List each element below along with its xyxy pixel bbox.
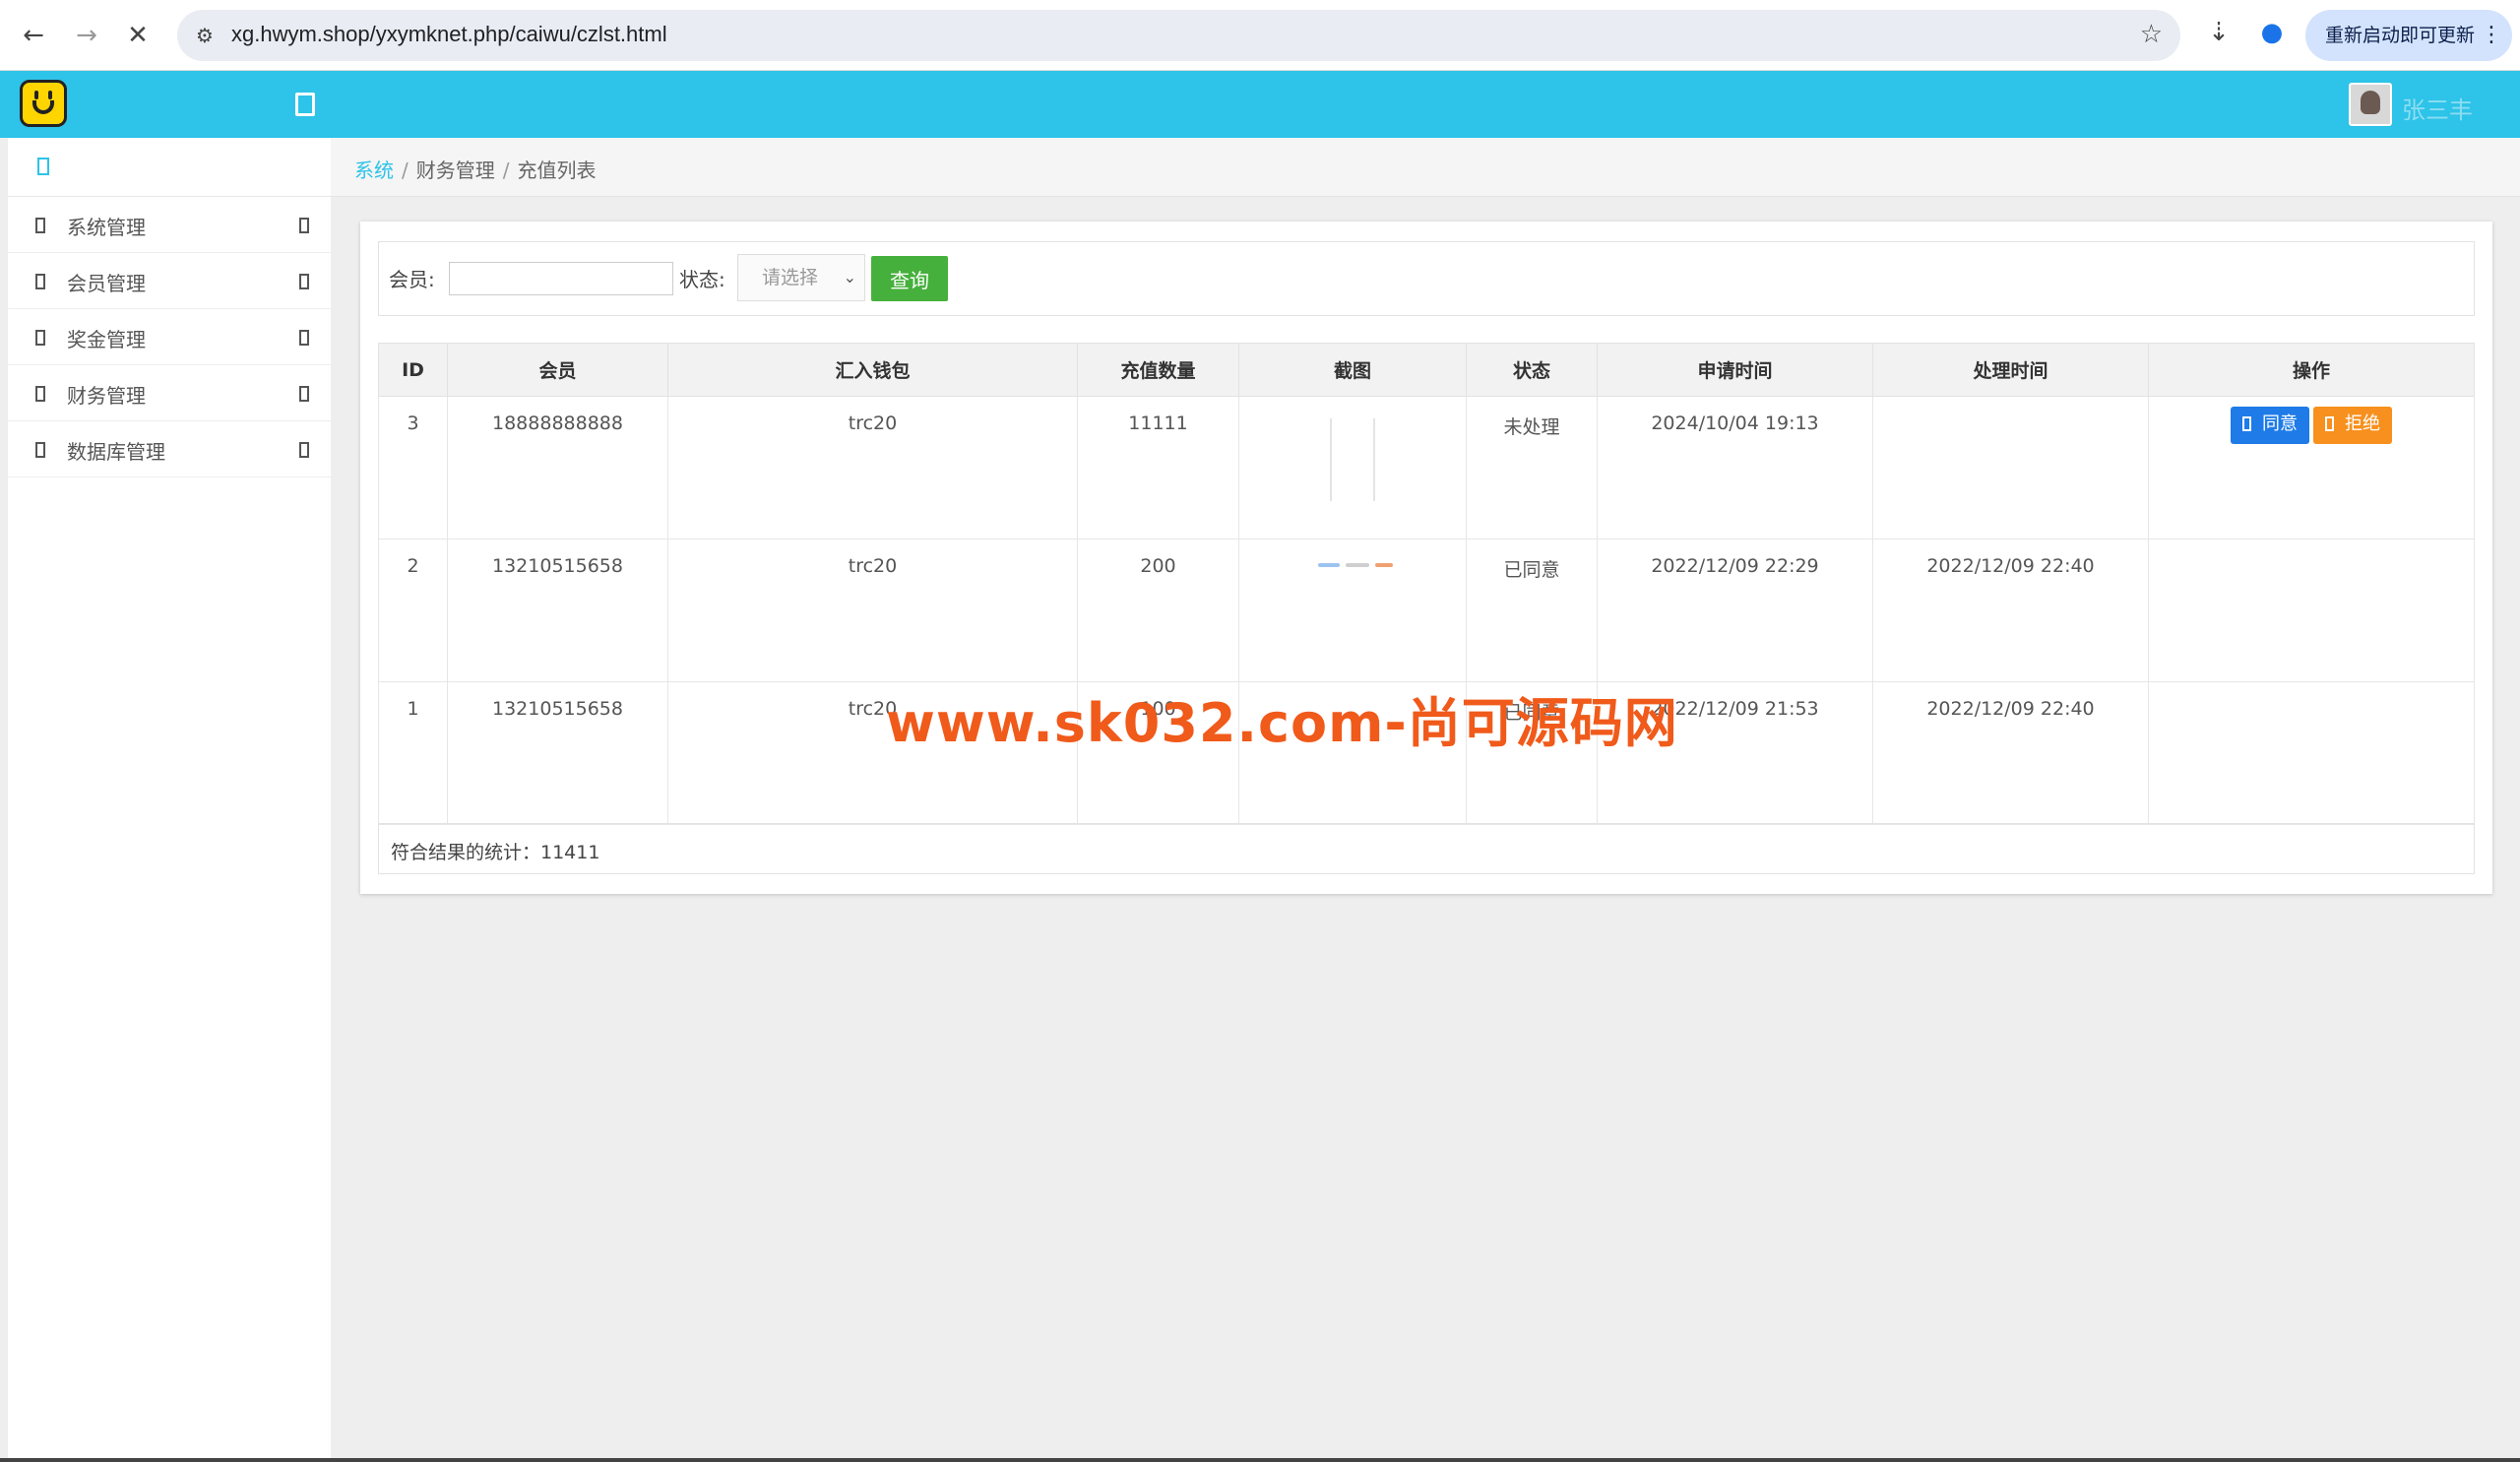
cell-actions xyxy=(2148,539,2475,682)
cell-member: 13210515658 xyxy=(447,539,668,682)
cell-amount: 200 xyxy=(1077,539,1239,682)
sidebar-item-finance[interactable]: 财务管理 xyxy=(8,365,331,421)
table-row: 3 18888888888 trc20 11111 未处理 2024/10/04… xyxy=(378,396,2475,540)
sidebar-item-system[interactable]: 系统管理 xyxy=(8,197,331,253)
agree-label: 同意 xyxy=(2262,413,2298,434)
sidebar-item-label: 数据库管理 xyxy=(67,440,165,464)
stop-icon[interactable]: ✕ xyxy=(120,18,156,53)
table-header-row: ID 会员 汇入钱包 充值数量 截图 状态 申请时间 处理时间 操作 xyxy=(378,343,2475,397)
cell-actions xyxy=(2148,681,2475,825)
cell-status: 未处理 xyxy=(1466,396,1598,540)
cell-process-time: 2022/12/09 22:40 xyxy=(1872,539,2149,682)
breadcrumb: 系统 / 财务管理 / 充值列表 xyxy=(331,138,2520,197)
update-button[interactable]: 重新启动即可更新 ⋮ xyxy=(2305,10,2512,61)
close-icon xyxy=(2325,416,2334,431)
cell-apply-time: 2024/10/04 19:13 xyxy=(1597,396,1873,540)
cell-id: 2 xyxy=(378,539,448,682)
sidebar-item-label: 系统管理 xyxy=(67,216,146,239)
column-header: 充值数量 xyxy=(1077,343,1239,397)
sidebar-home[interactable] xyxy=(8,138,331,197)
sidebar-item-label: 奖金管理 xyxy=(67,328,146,351)
status-select-value: 请选择 xyxy=(762,267,819,288)
menu-icon xyxy=(35,218,45,233)
status-select[interactable]: 请选择 ⌄ xyxy=(737,254,865,301)
chevron-icon xyxy=(299,330,309,346)
watermark: www.sk032.com-尚可源码网 xyxy=(886,692,1678,754)
cell-wallet: trc20 xyxy=(667,396,1078,540)
more-menu-icon[interactable]: ⋮ xyxy=(2481,10,2502,61)
cell-actions: 同意 拒绝 xyxy=(2148,396,2475,540)
agree-button[interactable]: 同意 xyxy=(2231,407,2309,444)
back-icon[interactable]: ← xyxy=(16,18,51,53)
menu-icon xyxy=(35,330,45,346)
chevron-icon xyxy=(299,274,309,289)
chevron-icon xyxy=(299,442,309,458)
cell-screenshot xyxy=(1238,539,1467,682)
column-header: 处理时间 xyxy=(1872,343,2149,397)
screenshot-thumbnail[interactable] xyxy=(1308,558,1397,572)
address-bar[interactable]: ⚙ xg.hwym.shop/yxymknet.php/caiwu/czlst.… xyxy=(177,10,2180,61)
check-icon xyxy=(2242,416,2251,431)
sidebar-item-label: 财务管理 xyxy=(67,384,146,408)
cell-screenshot xyxy=(1238,396,1467,540)
cell-id: 1 xyxy=(378,681,448,825)
sidebar-item-bonus[interactable]: 奖金管理 xyxy=(8,309,331,365)
menu-icon xyxy=(35,386,45,402)
chevron-icon xyxy=(299,386,309,402)
sidebar-item-label: 会员管理 xyxy=(67,272,146,295)
sidebar: 系统管理 会员管理 奖金管理 财务管理 数据库管理 xyxy=(8,138,331,1462)
logo[interactable] xyxy=(20,80,67,127)
filter-form: 会员: 状态: 请选择 ⌄ 查询 xyxy=(378,241,2475,316)
sidebar-item-members[interactable]: 会员管理 xyxy=(8,253,331,309)
update-label: 重新启动即可更新 xyxy=(2325,25,2476,46)
forward-icon[interactable]: → xyxy=(69,18,104,53)
cell-id: 3 xyxy=(378,396,448,540)
column-header: ID xyxy=(378,343,448,397)
cell-member: 13210515658 xyxy=(447,681,668,825)
cell-status: 已同意 xyxy=(1466,539,1598,682)
breadcrumb-finance: 财务管理 xyxy=(415,159,495,182)
menu-icon xyxy=(35,442,45,458)
cell-process-time: 2022/12/09 22:40 xyxy=(1872,681,2149,825)
column-header: 会员 xyxy=(447,343,668,397)
bottom-bar xyxy=(0,1458,2520,1462)
reject-button[interactable]: 拒绝 xyxy=(2313,407,2392,444)
sidebar-item-database[interactable]: 数据库管理 xyxy=(8,421,331,477)
header-username[interactable]: 张三丰 xyxy=(2402,91,2473,125)
chevron-icon xyxy=(299,218,309,233)
download-icon[interactable]: ⇣ xyxy=(2201,18,2236,47)
site-info-icon[interactable]: ⚙ xyxy=(189,20,220,51)
url-text[interactable]: xg.hwym.shop/yxymknet.php/caiwu/czlst.ht… xyxy=(231,22,667,47)
browser-toolbar: ← → ✕ ⚙ xg.hwym.shop/yxymknet.php/caiwu/… xyxy=(0,0,2520,71)
result-summary: 符合结果的统计：11411 xyxy=(378,823,2475,874)
column-header: 汇入钱包 xyxy=(667,343,1078,397)
member-input[interactable] xyxy=(449,262,673,295)
screenshot-thumbnail[interactable] xyxy=(1308,413,1397,501)
profile-icon[interactable]: ● xyxy=(2254,18,2290,47)
avatar[interactable] xyxy=(2349,83,2392,126)
table-row: 2 13210515658 trc20 200 已同意 2022/12/09 2… xyxy=(378,539,2475,682)
column-header: 状态 xyxy=(1466,343,1598,397)
breadcrumb-system[interactable]: 系统 xyxy=(354,159,394,182)
menu-toggle-icon[interactable] xyxy=(295,93,315,116)
cell-apply-time: 2022/12/09 22:29 xyxy=(1597,539,1873,682)
status-label: 状态: xyxy=(679,268,725,291)
cell-wallet: trc20 xyxy=(667,539,1078,682)
query-button[interactable]: 查询 xyxy=(871,256,948,301)
cell-member: 18888888888 xyxy=(447,396,668,540)
cell-process-time xyxy=(1872,396,2149,540)
member-label: 会员: xyxy=(389,268,435,291)
cell-amount: 11111 xyxy=(1077,396,1239,540)
bookmark-star-icon[interactable]: ☆ xyxy=(2140,20,2163,49)
column-header: 操作 xyxy=(2148,343,2475,397)
breadcrumb-current: 充值列表 xyxy=(517,159,597,182)
column-header: 截图 xyxy=(1238,343,1467,397)
app-header: 张三丰 xyxy=(0,71,2520,138)
column-header: 申请时间 xyxy=(1597,343,1873,397)
chevron-down-icon: ⌄ xyxy=(843,268,856,286)
menu-icon xyxy=(35,274,45,289)
recharge-list-panel: 会员: 状态: 请选择 ⌄ 查询 ID 会员 汇入钱包 充值数量 截图 状态 申… xyxy=(360,222,2492,894)
home-icon[interactable] xyxy=(37,158,49,175)
reject-label: 拒绝 xyxy=(2345,413,2380,434)
